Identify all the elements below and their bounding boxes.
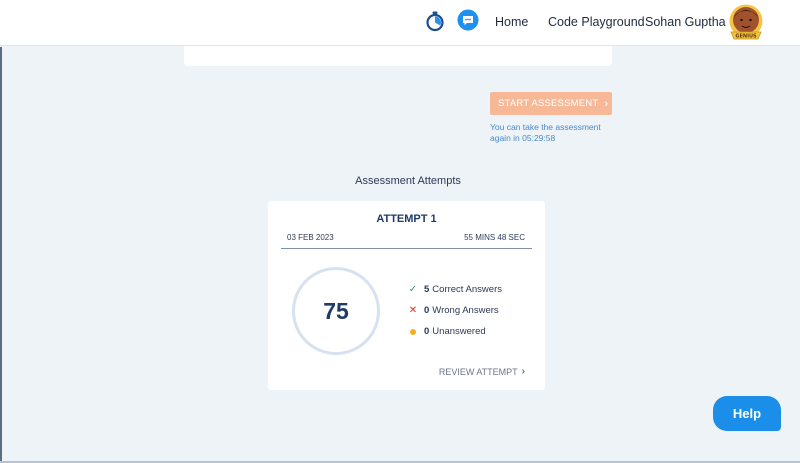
wrong-label: Wrong Answers <box>432 305 499 316</box>
correct-answers-row: ✓ 5 Correct Answers <box>408 284 502 295</box>
unanswered-row: 0 Unanswered <box>408 326 486 337</box>
correct-count: 5 <box>424 284 430 295</box>
wrong-answers-row: ✕ 0 Wrong Answers <box>408 305 499 316</box>
check-icon: ✓ <box>408 284 418 295</box>
nav-home-link[interactable]: Home <box>495 15 528 29</box>
retake-countdown-note: You can take the assessment again in 05:… <box>490 122 601 143</box>
unanswered-count: 0 <box>424 326 430 337</box>
attempt-card: ATTEMPT 1 03 FEB 2023 55 MINS 48 SEC 75 … <box>268 201 545 390</box>
chat-icon[interactable] <box>457 9 479 31</box>
assessment-info-card <box>184 46 612 66</box>
score-value: 75 <box>323 297 349 324</box>
timer-icon[interactable] <box>424 10 446 32</box>
chevron-right-icon: › <box>604 97 609 110</box>
score-ring: 75 <box>292 267 380 355</box>
avatar-badge-text: GENIUS <box>735 33 757 39</box>
unanswered-label: Unanswered <box>432 326 486 337</box>
attempt-date: 03 FEB 2023 <box>287 233 334 242</box>
frame-left-edge <box>0 47 2 463</box>
top-navigation-bar: Home Code Playground Sohan Guptha GENIUS <box>0 0 800 46</box>
start-assessment-button[interactable]: START ASSESSMENT › <box>490 92 612 115</box>
start-assessment-label: START ASSESSMENT <box>498 98 599 109</box>
chevron-right-icon: › <box>521 366 525 377</box>
review-attempt-link[interactable]: REVIEW ATTEMPT › <box>439 366 525 377</box>
dot-icon <box>410 328 416 335</box>
assessment-attempts-title: Assessment Attempts <box>355 175 461 187</box>
review-attempt-label: REVIEW ATTEMPT <box>438 366 518 377</box>
user-name[interactable]: Sohan Guptha <box>645 15 726 29</box>
correct-label: Correct Answers <box>432 284 502 295</box>
help-button[interactable]: Help <box>713 396 781 431</box>
attempt-duration: 55 MINS 48 SEC <box>464 233 525 242</box>
wrong-count: 0 <box>424 305 430 316</box>
attempt-divider <box>281 248 532 249</box>
avatar[interactable]: GENIUS <box>725 3 767 43</box>
cross-icon: ✕ <box>408 305 418 316</box>
attempt-heading: ATTEMPT 1 <box>376 213 437 225</box>
nav-code-playground-link[interactable]: Code Playground <box>548 15 645 29</box>
